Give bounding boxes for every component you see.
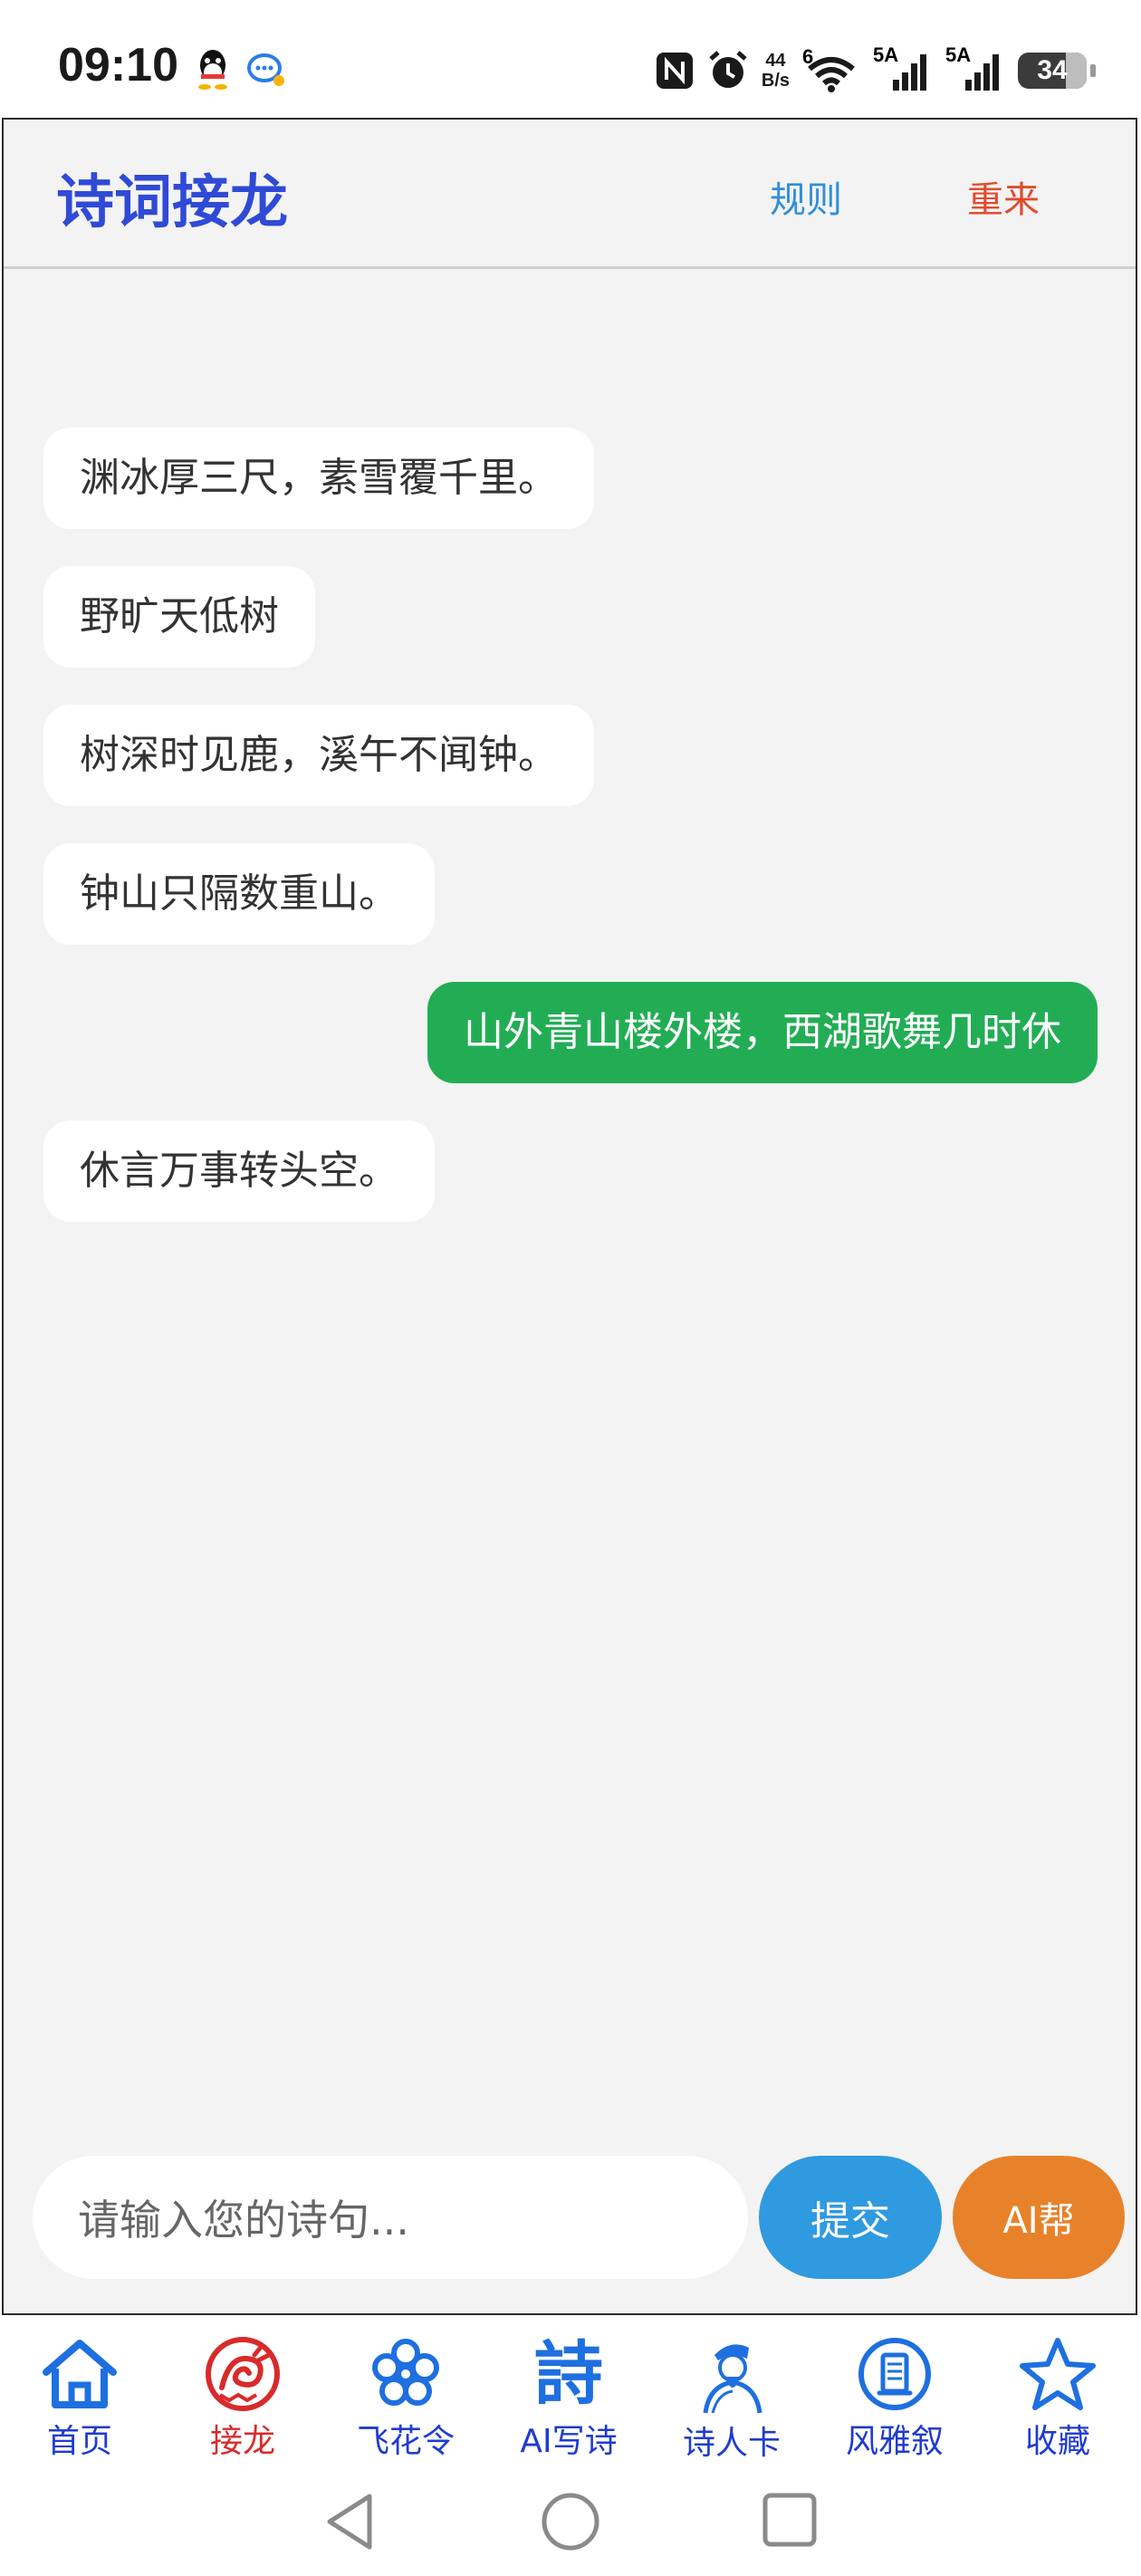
status-time: 09:10 xyxy=(58,39,178,91)
nav-home-label: 首页 xyxy=(46,2423,112,2460)
status-icons: 44 B/s 6 5A 5A 34 xyxy=(655,43,1096,96)
message-bubble-ai: 渊冰厚三尺，素雪覆千里。 xyxy=(43,428,594,529)
signal-icon xyxy=(965,54,999,91)
flower-icon xyxy=(372,2339,439,2406)
status-bar: 09:10 44 B/s 6 5A 5A 34 xyxy=(0,0,1141,118)
signal-indicator-2: 5A xyxy=(945,43,1005,92)
poem-input[interactable]: 请输入您的诗句... xyxy=(33,2156,748,2279)
nav-poet-card-label: 诗人卡 xyxy=(682,2425,781,2462)
header: 诗词接龙 规则 重来 xyxy=(4,120,1136,269)
message-icon xyxy=(247,53,284,86)
page-title: 诗词接龙 xyxy=(56,169,288,236)
nav-favorites[interactable]: 收藏 xyxy=(985,2335,1130,2462)
battery-level: 34 xyxy=(1037,55,1068,85)
nav-ai-poem-label: AI写诗 xyxy=(520,2423,618,2460)
input-row: 请输入您的诗句... 提交 AI帮 xyxy=(4,2156,1136,2279)
scroll-icon xyxy=(858,2338,931,2410)
net-speed: 44 B/s xyxy=(762,51,790,91)
wifi-indicator: 6 xyxy=(802,45,860,92)
ai-help-button[interactable]: AI帮 xyxy=(953,2156,1125,2279)
nav-favorites-label: 收藏 xyxy=(1024,2423,1090,2460)
home-icon xyxy=(43,2340,117,2408)
nav-fengyaxu-label: 风雅叙 xyxy=(845,2423,944,2460)
poet-portrait-icon xyxy=(703,2344,762,2414)
nav-fengyaxu[interactable]: 风雅叙 xyxy=(822,2335,967,2462)
message-bubble-ai: 钟山只隔数重山。 xyxy=(43,843,435,945)
nav-poet-card[interactable]: 诗人卡 xyxy=(659,2335,804,2462)
bottom-nav: 首页 接龙 飞花令 詩 AI写诗 诗人卡 风雅叙 收藏 xyxy=(0,2319,1141,2464)
message-bubble-ai: 树深时见鹿，溪午不闻钟。 xyxy=(43,705,594,806)
nav-ai-poem[interactable]: 詩 AI写诗 xyxy=(496,2335,641,2462)
wifi-icon xyxy=(808,57,855,92)
poem-input-placeholder: 请输入您的诗句... xyxy=(78,2196,409,2244)
nav-feihualing[interactable]: 飞花令 xyxy=(333,2335,478,2462)
rules-button[interactable]: 规则 xyxy=(770,170,842,223)
qq-icon xyxy=(198,50,227,90)
nav-feihualing-label: 飞花令 xyxy=(356,2423,455,2460)
app-frame: 诗词接龙 规则 重来 渊冰厚三尺，素雪覆千里。 野旷天低树 树深时见鹿，溪午不闻… xyxy=(2,118,1137,2315)
message-bubble-ai: 野旷天低树 xyxy=(43,566,315,668)
message-bubble-user: 山外青山楼外楼，西湖歌舞几时休 xyxy=(427,982,1098,1083)
alarm-icon xyxy=(709,51,747,88)
net-speed-unit: B/s xyxy=(761,71,790,91)
home-circle-icon[interactable] xyxy=(540,2491,601,2552)
nav-jielong-label: 接龙 xyxy=(209,2423,275,2460)
restart-button[interactable]: 重来 xyxy=(967,170,1040,223)
signal-icon xyxy=(893,54,926,91)
net-speed-value: 44 xyxy=(765,51,786,71)
dragon-icon xyxy=(206,2337,280,2411)
nav-jielong[interactable]: 接龙 xyxy=(170,2335,315,2462)
message-bubble-ai: 休言万事转头空。 xyxy=(43,1120,435,1222)
signal-indicator-1: 5A xyxy=(873,43,933,92)
nfc-icon xyxy=(656,53,693,89)
submit-button[interactable]: 提交 xyxy=(759,2156,942,2279)
battery-icon: 34 xyxy=(1018,53,1096,89)
back-icon[interactable] xyxy=(322,2491,377,2552)
nav-home[interactable]: 首页 xyxy=(7,2335,152,2462)
system-nav-bar xyxy=(0,2464,1141,2576)
star-icon xyxy=(1020,2338,1096,2410)
recents-icon[interactable] xyxy=(761,2491,819,2549)
poem-char-icon: 詩 xyxy=(534,2333,603,2414)
